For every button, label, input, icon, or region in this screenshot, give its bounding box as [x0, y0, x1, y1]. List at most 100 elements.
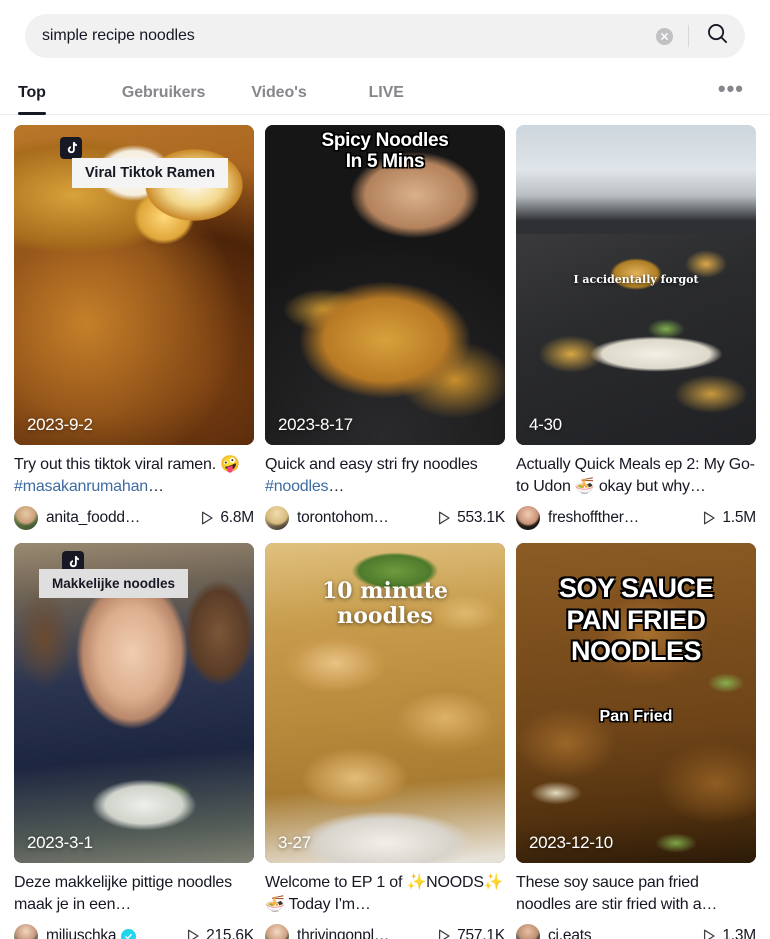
caption-ellipsis: …: [701, 896, 718, 913]
video-card[interactable]: Viral Tiktok Ramen 2023-9-2 Try out this…: [14, 125, 254, 531]
avatar[interactable]: [265, 924, 289, 939]
video-caption: Actually Quick Meals ep 2: My Go-to Udon…: [516, 454, 756, 498]
caption-hashtag[interactable]: #masakanrumahan: [14, 478, 148, 495]
tab-top[interactable]: Top: [18, 71, 46, 115]
play-icon: [704, 929, 715, 939]
thumbnail-image: [265, 125, 505, 445]
play-count-value: 1.5M: [722, 509, 756, 526]
search-submit-button[interactable]: [689, 14, 745, 58]
thumbnail-overlay-title: Viral Tiktok Ramen: [72, 158, 229, 188]
play-count-value: 6.8M: [220, 509, 254, 526]
video-thumbnail[interactable]: SOY SAUCE PAN FRIED NOODLES Pan Fried 20…: [516, 543, 756, 863]
play-count-value: 553.1K: [457, 509, 505, 526]
thumbnail-overlay-title: SOY SAUCE PAN FRIED NOODLES: [516, 573, 756, 668]
play-icon: [202, 511, 213, 525]
video-caption: Welcome to EP 1 of ✨NOODS✨🍜 Today I'm…: [265, 872, 505, 916]
caption-text: Welcome to EP 1 of ✨NOODS✨🍜 Today I'm: [265, 874, 504, 913]
overlay-line: In 5 Mins: [345, 150, 425, 172]
author-name[interactable]: anita_foodd…: [46, 509, 140, 527]
caption-hashtag[interactable]: #noodles: [265, 478, 329, 495]
play-count: 757.1K: [430, 927, 505, 939]
overlay-line: SOY SAUCE: [558, 573, 714, 603]
video-thumbnail[interactable]: Makkelijke noodles 2023-3-1: [14, 543, 254, 863]
video-meta: anita_foodd… 6.8M: [14, 505, 254, 531]
caption-text: Actually Quick Meals ep 2: My Go-to Udon…: [516, 456, 755, 495]
play-icon: [439, 511, 450, 525]
more-options-icon[interactable]: •••: [710, 78, 752, 102]
caption-ellipsis: …: [689, 478, 706, 495]
tiktok-logo-icon: [60, 137, 82, 159]
video-card[interactable]: Spicy Noodles In 5 Mins 2023-8-17 Quick …: [265, 125, 505, 531]
thumbnail-overlay-subtitle: Pan Fried: [599, 708, 673, 725]
clear-search-icon[interactable]: [656, 27, 673, 45]
video-card[interactable]: I accidentally forgot 4-30 Actually Quic…: [516, 125, 756, 531]
author-name[interactable]: miljuschka: [46, 927, 116, 939]
video-meta: thrivingonpl… 757.1K: [265, 923, 505, 939]
search-results-grid: Viral Tiktok Ramen 2023-9-2 Try out this…: [0, 115, 770, 939]
video-card[interactable]: Makkelijke noodles 2023-3-1 Deze makkeli…: [14, 543, 254, 939]
search-box[interactable]: [25, 14, 745, 58]
video-date: 2023-3-1: [27, 833, 93, 852]
play-icon: [439, 929, 450, 939]
author-name[interactable]: cj.eats: [548, 927, 591, 939]
search-bar-container: [0, 0, 770, 71]
overlay-line: Spicy Noodles: [321, 130, 449, 151]
avatar[interactable]: [516, 506, 540, 530]
caption-text: These soy sauce pan fried noodles are st…: [516, 874, 702, 913]
caption-text: Quick and easy stri fry noodles: [265, 456, 478, 473]
play-count-value: 1.3M: [722, 927, 756, 939]
overlay-line: 10 minute: [321, 578, 449, 604]
play-count: 1.3M: [695, 927, 756, 939]
overlay-line: noodles: [337, 602, 433, 629]
caption-ellipsis: …: [328, 478, 345, 495]
tab-live[interactable]: LIVE: [369, 71, 404, 115]
play-count: 553.1K: [430, 509, 505, 527]
author-name[interactable]: freshoffther…: [548, 509, 639, 527]
avatar[interactable]: [14, 924, 38, 939]
video-card[interactable]: SOY SAUCE PAN FRIED NOODLES Pan Fried 20…: [516, 543, 756, 939]
search-icon: [706, 22, 729, 50]
search-input[interactable]: [42, 27, 656, 45]
tab-top-label: Top: [18, 84, 46, 101]
thumbnail-image-detail: [516, 233, 756, 445]
play-icon: [188, 929, 199, 939]
video-caption: These soy sauce pan fried noodles are st…: [516, 872, 756, 916]
video-caption: Quick and easy stri fry noodles #noodles…: [265, 454, 505, 498]
verified-badge-icon: [121, 928, 137, 939]
video-meta: cj.eats 1.3M: [516, 923, 756, 939]
overlay-line: NOODLES: [570, 636, 702, 667]
video-date: 2023-8-17: [278, 415, 353, 434]
video-thumbnail[interactable]: 10 minute noodles 3-27: [265, 543, 505, 863]
author-name[interactable]: thrivingonpl…: [297, 927, 389, 939]
tab-videos-label: Video's: [251, 84, 307, 101]
caption-ellipsis: …: [115, 896, 132, 913]
thumbnail-overlay-title: Makkelijke noodles: [39, 569, 189, 598]
play-count: 215.6K: [179, 927, 254, 939]
avatar[interactable]: [516, 924, 540, 939]
video-thumbnail[interactable]: I accidentally forgot 4-30: [516, 125, 756, 445]
tab-gebruikers-label: Gebruikers: [121, 84, 206, 101]
play-count-value: 215.6K: [206, 927, 254, 939]
video-thumbnail[interactable]: Spicy Noodles In 5 Mins 2023-8-17: [265, 125, 505, 445]
play-count: 6.8M: [193, 509, 254, 527]
tab-videos[interactable]: Video's: [251, 71, 306, 115]
video-caption: Try out this tiktok viral ramen. 🤪 #masa…: [14, 454, 254, 498]
avatar[interactable]: [14, 506, 38, 530]
avatar[interactable]: [265, 506, 289, 530]
video-thumbnail[interactable]: Viral Tiktok Ramen 2023-9-2: [14, 125, 254, 445]
video-date: 2023-12-10: [529, 833, 613, 852]
caption-ellipsis: …: [147, 478, 164, 495]
caption-text: Try out this tiktok viral ramen. 🤪: [14, 456, 240, 473]
play-count: 1.5M: [695, 509, 756, 527]
video-caption: Deze makkelijke pittige noodles maak je …: [14, 872, 254, 916]
video-meta: torontohom… 553.1K: [265, 505, 505, 531]
search-tabs: Top Gebruikers Video's LIVE •••: [0, 71, 770, 115]
video-card[interactable]: 10 minute noodles 3-27 Welcome to EP 1 o…: [265, 543, 505, 939]
play-icon: [704, 511, 715, 525]
overlay-line: PAN FRIED: [566, 604, 706, 635]
play-count-value: 757.1K: [457, 927, 505, 939]
thumbnail-overlay-title: I accidentally forgot: [573, 273, 699, 286]
tab-gebruikers[interactable]: Gebruikers: [122, 71, 206, 115]
caption-ellipsis: …: [354, 896, 371, 913]
author-name[interactable]: torontohom…: [297, 509, 389, 527]
